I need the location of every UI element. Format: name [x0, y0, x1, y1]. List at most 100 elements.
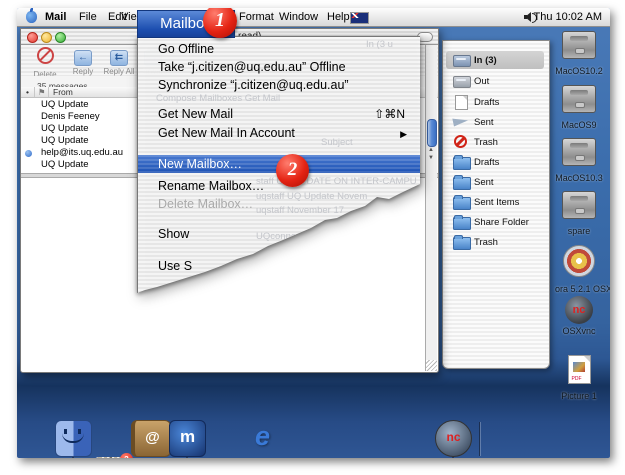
input-language-flag-icon[interactable]: [350, 12, 369, 24]
from-column-header[interactable]: From: [53, 87, 73, 97]
minimize-button[interactable]: [41, 32, 52, 43]
drawer-item-label: Sent: [474, 177, 494, 188]
dock-divider: [479, 422, 480, 456]
flag-column-header[interactable]: ⚑: [38, 87, 46, 97]
menu-item-get-new-mail-in-account[interactable]: Get New Mail In Account ▶: [138, 125, 421, 141]
drawer-item-label: Trash: [474, 137, 498, 148]
menu-item-label: Take “j.citizen@uq.edu.au” Offline: [158, 59, 346, 75]
menu-item-label: Delete Mailbox…: [158, 196, 253, 212]
sender: UQ Update: [41, 123, 89, 135]
mailbox-drawer: In (3) Out Drafts Sent Trash Drafts: [442, 40, 550, 369]
scrollbar-thumb[interactable]: [427, 119, 437, 147]
desktop-icon-osxvnc[interactable]: nc OSXvnc: [555, 296, 603, 336]
drawer-item-out[interactable]: Out: [446, 72, 544, 90]
drawer-item-sent-items[interactable]: Sent Items: [446, 193, 544, 211]
drawer-item-label: Drafts: [474, 157, 499, 168]
drawer-item-trash-folder[interactable]: Trash: [446, 233, 544, 251]
desktop-icon-label: Picture 1: [555, 391, 603, 401]
drawer-item-label: Sent: [474, 117, 494, 128]
hard-drive-icon: [562, 31, 596, 59]
message-row[interactable]: help@its.uq.edu.au: [21, 147, 137, 159]
desktop-icon-spare[interactable]: spare: [555, 191, 603, 236]
message-row[interactable]: Denis Feeney: [21, 111, 137, 123]
folder-icon: [453, 197, 471, 210]
scroll-up-arrow[interactable]: ▲: [428, 147, 434, 153]
dock-internet-explorer-icon[interactable]: e: [245, 420, 280, 455]
reply-button[interactable]: ← Reply: [63, 47, 103, 76]
desktop-icon-picture1[interactable]: PDF Picture 1: [555, 355, 603, 401]
drawer-item-share-folder[interactable]: Share Folder: [446, 213, 544, 231]
drawer-item-in[interactable]: In (3): [446, 51, 544, 69]
prohibited-icon: [454, 135, 467, 148]
document-icon: [455, 95, 468, 110]
menu-item-label: Use S: [158, 258, 192, 274]
running-indicator: [69, 457, 77, 458]
out-tray-icon: [453, 76, 471, 88]
dock-osxvnc-icon[interactable]: nc: [435, 420, 472, 457]
menu-shortcut: ⇧⌘N: [374, 106, 405, 122]
ghost-text: Compose Mailboxes Get Mail: [156, 93, 356, 104]
scroll-down-arrow[interactable]: ▼: [428, 155, 434, 161]
sender: UQ Update: [41, 135, 89, 147]
desktop-icon-macos102[interactable]: MacOS10.2: [555, 31, 603, 76]
hard-drive-icon: [562, 85, 596, 113]
message-row[interactable]: UQ Update: [21, 159, 137, 171]
menu-item-synchronize[interactable]: Synchronize “j.citizen@uq.edu.au”: [138, 77, 421, 93]
desktop-icon-label: spare: [555, 226, 603, 236]
drawer-item-label: Drafts: [474, 97, 499, 108]
screenshot-frame: MacOS10.2 MacOS9 MacOS10.3 spare ora 5.2…: [0, 0, 625, 475]
dock-address-book-icon[interactable]: @: [131, 420, 171, 457]
desktop-icon-label: OSXvnc: [555, 326, 603, 336]
menubar-format[interactable]: Format: [239, 11, 274, 23]
resize-grip[interactable]: [426, 360, 437, 371]
pdf-document-icon: PDF: [568, 355, 591, 384]
reply-icon: ←: [74, 50, 92, 66]
menu-item-label: New Mailbox…: [158, 155, 242, 173]
column-divider: [48, 87, 49, 97]
paper-plane-icon: [452, 116, 468, 127]
menu-item-delete-mailbox: Delete Mailbox…: [138, 196, 421, 212]
close-button[interactable]: [27, 32, 38, 43]
running-indicator: [183, 457, 191, 458]
pdf-label: PDF: [572, 376, 582, 382]
menubar-file[interactable]: File: [79, 11, 97, 23]
callout-step-2: 2: [276, 154, 309, 187]
dock-finder-icon[interactable]: [55, 420, 92, 457]
menubar-mail[interactable]: Mail: [45, 11, 66, 23]
message-row[interactable]: UQ Update: [21, 123, 137, 135]
drawer-item-sent-folder[interactable]: Sent: [446, 173, 544, 191]
drawer-item-trash[interactable]: Trash: [446, 133, 544, 151]
zoom-button[interactable]: [55, 32, 66, 43]
menubar-clock[interactable]: Thu 10:02 AM: [534, 11, 603, 23]
menu-item-show[interactable]: Show: [138, 226, 421, 242]
desktop-icon-macos9[interactable]: MacOS9: [555, 85, 603, 130]
menu-item-use[interactable]: Use S: [138, 258, 421, 274]
menubar-help[interactable]: Help: [327, 11, 350, 23]
delete-button[interactable]: Delete: [25, 47, 65, 79]
status-column-header[interactable]: •: [26, 87, 29, 97]
column-divider: [34, 87, 35, 97]
sender: Denis Feeney: [41, 111, 100, 123]
drawer-item-sent[interactable]: Sent: [446, 113, 544, 131]
menu-item-go-offline[interactable]: Go Offline: [138, 41, 421, 57]
desktop: MacOS10.2 MacOS9 MacOS10.3 spare ora 5.2…: [17, 8, 610, 458]
menu-item-label: Get New Mail: [158, 106, 233, 122]
menu-item-label: Show: [158, 226, 189, 242]
message-row[interactable]: UQ Update: [21, 99, 137, 111]
desktop-icon-eudora-cd[interactable]: ora 5.2.1 OSX: [555, 245, 603, 294]
menu-item-get-new-mail[interactable]: Get New Mail ⇧⌘N: [138, 106, 421, 122]
menubar-view[interactable]: Vie: [121, 11, 137, 23]
menu-item-take-offline[interactable]: Take “j.citizen@uq.edu.au” Offline: [138, 59, 421, 75]
dock-mozilla-icon[interactable]: m: [169, 420, 206, 457]
drawer-item-drafts[interactable]: Drafts: [446, 93, 544, 111]
drawer-item-drafts-folder[interactable]: Drafts: [446, 153, 544, 171]
cd-disc-icon: [563, 245, 595, 277]
drawer-item-label: Trash: [474, 237, 498, 248]
vertical-scrollbar[interactable]: ▲ ▼: [425, 45, 437, 371]
desktop-icon-macos103[interactable]: MacOS10.3: [555, 138, 603, 183]
apple-menu-icon[interactable]: [26, 11, 37, 23]
message-row[interactable]: UQ Update: [21, 135, 137, 147]
menubar-window[interactable]: Window: [279, 11, 318, 23]
drawer-item-label: Out: [474, 76, 489, 87]
dock: 3 @ m e nc: [55, 420, 92, 458]
